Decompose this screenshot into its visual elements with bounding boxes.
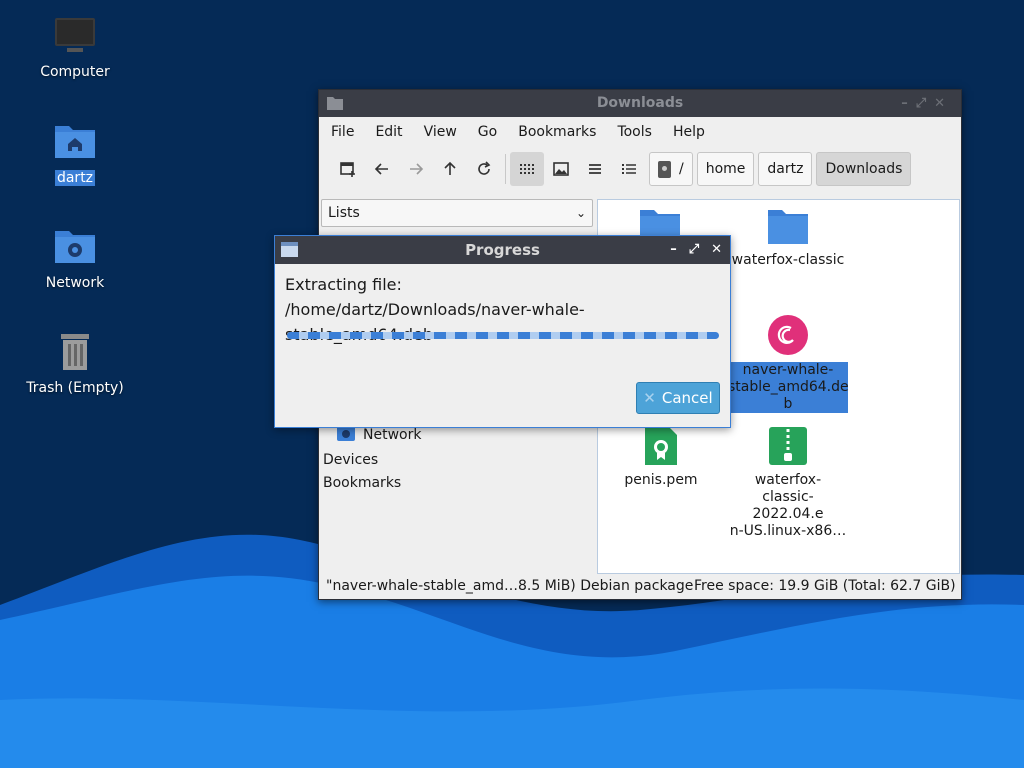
breadcrumb-root[interactable]: /: [649, 152, 693, 186]
file-name: waterfox- classic-2022.04.e n-US.linux-x…: [729, 472, 847, 539]
close-icon[interactable]: ✕: [711, 242, 722, 257]
debian-package-icon: [768, 315, 808, 355]
file-item[interactable]: penis.pem: [601, 426, 721, 489]
dialog-controls: – ⤢ ✕: [658, 236, 722, 264]
progress-label: Extracting file:: [285, 275, 402, 294]
reload-icon: [478, 161, 491, 175]
monitor-icon: [55, 18, 95, 52]
chevron-down-icon: ⌄: [575, 206, 586, 220]
folder-icon: [327, 97, 343, 110]
file-item[interactable]: waterfox-classic: [728, 208, 848, 269]
menu-file[interactable]: File: [331, 124, 354, 140]
file-item[interactable]: waterfox- classic-2022.04.e n-US.linux-x…: [728, 426, 848, 540]
icon-view-button[interactable]: [510, 152, 544, 186]
file-name-selected: naver-whale- stable_amd64.de b: [728, 362, 849, 413]
window-titlebar[interactable]: Downloads –⤢✕: [319, 90, 961, 117]
trash-icon: [61, 334, 89, 370]
side-panel-selector[interactable]: Lists ⌄: [321, 199, 593, 227]
menu-edit[interactable]: Edit: [375, 124, 402, 140]
desktop-icon-label: Trash (Empty): [26, 380, 124, 396]
minimize-icon[interactable]: –: [901, 96, 916, 111]
toolbar: / home dartz Downloads: [319, 147, 961, 191]
window-controls[interactable]: –⤢✕: [901, 90, 953, 117]
progress-dialog: Progress – ⤢ ✕ Extracting file: /home/dart…: [274, 235, 731, 428]
arrow-right-icon: [410, 163, 424, 175]
menu-bookmarks[interactable]: Bookmarks: [518, 124, 596, 140]
back-button[interactable]: [365, 152, 399, 186]
progress-bar: [287, 332, 719, 339]
close-icon[interactable]: ✕: [934, 96, 953, 111]
archive-icon: [769, 427, 807, 465]
file-item[interactable]: naver-whale- stable_amd64.de b: [728, 314, 849, 413]
breadcrumb-dartz[interactable]: dartz: [758, 152, 813, 186]
compact-view-button[interactable]: [578, 152, 612, 186]
sidebar-item-bookmarks[interactable]: Bookmarks: [323, 475, 401, 491]
menu-bar: File Edit View Go Bookmarks Tools Help: [319, 117, 961, 147]
certificate-icon: [645, 427, 677, 465]
new-tab-icon: [340, 162, 355, 177]
progress-file-path: /home/dartz/Downloads/naver-whale-stable…: [285, 300, 585, 344]
list-icon: [589, 164, 601, 174]
breadcrumb: / home dartz Downloads: [649, 152, 915, 186]
window-icon: [281, 242, 298, 257]
status-selection: "naver-whale-stable_amd…8.5 MiB) Debian …: [326, 578, 694, 594]
arrow-up-icon: [444, 161, 456, 175]
up-button[interactable]: [433, 152, 467, 186]
drive-icon: [658, 160, 671, 178]
minimize-icon[interactable]: –: [670, 242, 677, 257]
desktop-icon-home[interactable]: dartz: [20, 120, 130, 186]
menu-view[interactable]: View: [424, 124, 457, 140]
desktop-icon-label: dartz: [54, 170, 96, 186]
forward-button[interactable]: [399, 152, 433, 186]
arrow-left-icon: [374, 163, 388, 175]
window-title: Downloads: [596, 95, 684, 111]
desktop-icon-trash[interactable]: Trash (Empty): [20, 330, 130, 396]
breadcrumb-home[interactable]: home: [696, 152, 755, 186]
desktop-icon-computer[interactable]: Computer: [20, 14, 130, 80]
desktop-icon-label: Computer: [40, 64, 110, 80]
toolbar-separator: [505, 154, 506, 184]
detail-view-button[interactable]: [612, 152, 646, 186]
home-folder-icon: [55, 126, 95, 158]
network-icon: [337, 426, 355, 441]
sidebar-item-network[interactable]: Network: [337, 426, 421, 443]
menu-help[interactable]: Help: [673, 124, 705, 140]
reload-button[interactable]: [467, 152, 501, 186]
image-icon: [553, 162, 569, 176]
breadcrumb-downloads[interactable]: Downloads: [816, 152, 912, 186]
maximize-icon[interactable]: ⤢: [689, 242, 699, 257]
grid-icon: [520, 164, 534, 174]
detail-list-icon: [622, 164, 636, 174]
thumbnail-view-button[interactable]: [544, 152, 578, 186]
desktop-icon-label: Network: [45, 275, 105, 291]
cancel-icon: ✕: [643, 389, 656, 407]
maximize-icon[interactable]: ⤢: [916, 96, 934, 111]
menu-tools[interactable]: Tools: [617, 124, 652, 140]
network-folder-icon: [55, 231, 95, 263]
sidebar-item-devices[interactable]: Devices: [323, 452, 378, 468]
dialog-body: Extracting file: /home/dartz/Downloads/n…: [275, 264, 730, 355]
folder-icon: [768, 210, 808, 244]
cancel-button[interactable]: ✕ Cancel: [636, 382, 720, 414]
desktop-icon-network[interactable]: Network: [20, 225, 130, 291]
status-bar: "naver-whale-stable_amd…8.5 MiB) Debian …: [319, 573, 961, 599]
dialog-title: Progress: [465, 241, 540, 259]
status-free-space: Free space: 19.9 GiB (Total: 62.7 GiB): [694, 578, 956, 594]
new-tab-button[interactable]: [331, 152, 365, 186]
menu-go[interactable]: Go: [478, 124, 497, 140]
dialog-titlebar[interactable]: Progress – ⤢ ✕: [275, 236, 730, 264]
